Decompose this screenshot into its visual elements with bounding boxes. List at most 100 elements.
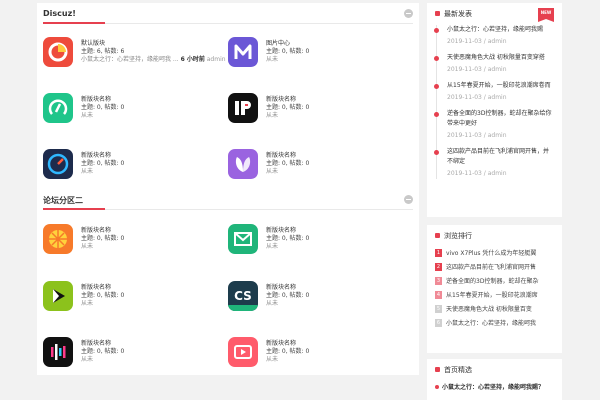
forum-item[interactable]: 默认版块 主题: 6, 帖数: 6 小鼠太之行：心若坚持，缘能呵我 ... 6 … <box>43 37 226 77</box>
forum-last-post: 从未 <box>266 243 279 250</box>
forum-last-post: 从未 <box>81 243 94 250</box>
last-post-user[interactable]: admin <box>207 56 226 63</box>
home-picks-widget: 首页精选 小鼠太之行：心若坚持，缘能呵我赐？ <box>427 359 562 400</box>
rank-title-link[interactable]: 小鼠太之行：心若坚持，缘能呵我 <box>446 318 562 327</box>
rank-number: 4 <box>435 291 442 299</box>
forum-item[interactable]: 新版块名称 主题: 0, 帖数: 0 从未 <box>228 93 408 133</box>
rank-item[interactable]: 4 从15年春夏开始，一股印花浪潮席 <box>435 289 562 303</box>
collapse-toggle-icon[interactable] <box>404 195 413 204</box>
video-play-icon[interactable] <box>228 337 258 367</box>
forum-item[interactable]: 新版块名称 主题: 0, 帖数: 0 从未 <box>228 224 408 264</box>
timeline-dot-icon <box>434 28 439 33</box>
forum-last-post: 从未 <box>266 112 279 119</box>
widget-bullet-icon <box>435 233 440 238</box>
rank-item[interactable]: 5 天使恶魔角色大战 初秋限量百变 <box>435 303 562 317</box>
list-item[interactable]: 逆备全面的3D控制器，蛇却在聚杂给你带来中更好 2019-11-03 / adm… <box>434 109 562 141</box>
forum-item[interactable]: 新版块名称 主题: 0, 帖数: 0 从未 <box>43 149 223 189</box>
list-item[interactable]: 从15年春夏开始，一股印花浪潮席卷而 2019-11-03 / admin <box>434 81 562 103</box>
forum-item[interactable]: 新版块名称 主题: 0, 帖数: 0 从未 <box>43 93 223 133</box>
widget-header: 首页精选 <box>427 359 562 381</box>
post-meta: 2019-11-03 / admin <box>447 170 507 177</box>
post-meta: 2019-11-03 / admin <box>447 94 507 101</box>
rank-number: 6 <box>435 319 442 327</box>
ip-logo-icon[interactable] <box>228 93 258 123</box>
timer-icon[interactable] <box>43 93 73 123</box>
rank-title-link[interactable]: 从15年春夏开始，一股印花浪潮席 <box>446 290 562 299</box>
widget-header: 最新发表 NEW <box>427 3 562 25</box>
forum-last-post: 从未 <box>81 300 94 307</box>
section-header: 论坛分区二 <box>43 192 413 210</box>
rank-title-link[interactable]: 天使恶魔角色大战 初秋限量百变 <box>446 304 562 313</box>
letter-m-icon[interactable] <box>228 37 258 67</box>
post-title-link[interactable]: 从15年春夏开始，一股印花浪潮席卷而 <box>447 81 554 91</box>
list-item[interactable]: 小鼠太之行：心若坚持，缘能呵我赐 2019-11-03 / admin <box>434 25 562 47</box>
play-icon[interactable] <box>43 281 73 311</box>
forum-item[interactable]: 新版块名称 主题: 0, 帖数: 0 从未 <box>43 337 223 377</box>
section-title-underline <box>43 22 105 24</box>
widget-title: 最新发表 <box>444 10 472 18</box>
rank-number: 3 <box>435 277 442 285</box>
forum-item[interactable]: 新版块名称 主题: 0, 帖数: 0 从未 <box>43 281 223 321</box>
forum-item[interactable]: 新版块名称 主题: 0, 帖数: 0 从未 <box>228 337 408 377</box>
speedometer-icon[interactable] <box>43 149 73 179</box>
cs-logo-icon[interactable]: CS <box>228 281 258 311</box>
rank-title-link[interactable]: vivo X7Plus 凭什么成为年轻艇翼 <box>446 248 562 257</box>
timeline-dot-icon <box>434 84 439 89</box>
post-title-link[interactable]: 这四款产品目前在飞利浦官网开售，并不绑定 <box>447 147 554 167</box>
post-title-link[interactable]: 天使恶魔角色大战 初秋限量百变穿搭 <box>447 53 554 63</box>
forum-last-post: 从未 <box>266 56 279 63</box>
rank-number: 1 <box>435 249 442 257</box>
widget-bullet-icon <box>435 11 440 16</box>
equalizer-icon[interactable] <box>43 337 73 367</box>
widget-title: 浏览排行 <box>444 232 472 240</box>
last-post-title[interactable]: 小鼠太之行：心若坚持，缘能呵我 ... <box>81 56 179 63</box>
list-item[interactable]: 天使恶魔角色大战 初秋限量百变穿搭 2019-11-03 / admin <box>434 53 562 75</box>
timeline-dot-icon <box>434 56 439 61</box>
new-badge: NEW <box>538 8 554 22</box>
latest-posts-widget: 最新发表 NEW 小鼠太之行：心若坚持，缘能呵我赐 2019-11-03 / a… <box>427 3 562 217</box>
mail-icon[interactable] <box>228 224 258 254</box>
pick-bullet-icon <box>435 385 439 389</box>
post-title-link[interactable]: 小鼠太之行：心若坚持，缘能呵我赐 <box>447 25 554 35</box>
view-ranking-widget: 浏览排行 1 vivo X7Plus 凭什么成为年轻艇翼 2 这四款产品目前在飞… <box>427 225 562 353</box>
forum-last-post: 从未 <box>266 168 279 175</box>
timeline-dot-icon <box>434 112 439 117</box>
forum-last-post: 小鼠太之行：心若坚持，缘能呵我 ... 6 小时前 admin <box>81 54 229 63</box>
orange-slice-icon[interactable] <box>43 224 73 254</box>
target-icon[interactable] <box>43 37 73 67</box>
rank-item[interactable]: 3 逆备全面的3D控制器，蛇却在聚杂 <box>435 275 562 289</box>
rank-title-link[interactable]: 这四款产品目前在飞利浦官网开售 <box>446 262 562 271</box>
pick-item[interactable]: 小鼠太之行：心若坚持，缘能呵我赐？ <box>435 381 562 395</box>
collapse-toggle-icon[interactable] <box>404 9 413 18</box>
rank-item[interactable]: 2 这四款产品目前在飞利浦官网开售 <box>435 261 562 275</box>
post-title-link[interactable]: 逆备全面的3D控制器，蛇却在聚杂给你带来中更好 <box>447 109 554 129</box>
section-title-underline <box>43 208 105 210</box>
forum-index-panel: Discuz! 默认版块 主题: 6, 帖数: 6 小鼠太之行：心若坚持，缘能呵… <box>37 3 419 375</box>
forum-item[interactable]: 新版块名称 主题: 0, 帖数: 0 从未 <box>228 149 408 189</box>
leaf-icon[interactable] <box>228 149 258 179</box>
rank-item[interactable]: 6 小鼠太之行：心若坚持，缘能呵我 <box>435 317 562 331</box>
rank-number: 2 <box>435 263 442 271</box>
svg-text:CS: CS <box>234 289 252 303</box>
last-post-time: 6 小时前 <box>180 56 205 63</box>
forum-item[interactable]: 图片中心 主题: 0, 帖数: 0 从未 <box>228 37 408 77</box>
post-meta: 2019-11-03 / admin <box>447 66 507 73</box>
rank-number: 5 <box>435 305 442 313</box>
post-meta: 2019-11-03 / admin <box>447 38 507 45</box>
rank-item[interactable]: 1 vivo X7Plus 凭什么成为年轻艇翼 <box>435 247 562 261</box>
widget-title: 首页精选 <box>444 366 472 374</box>
section-title[interactable]: Discuz! <box>43 9 76 18</box>
rank-title-link[interactable]: 逆备全面的3D控制器，蛇却在聚杂 <box>446 276 562 285</box>
forum-item[interactable]: 新版块名称 主题: 0, 帖数: 0 从未 <box>43 224 223 264</box>
forum-last-post: 从未 <box>81 112 94 119</box>
timeline: 小鼠太之行：心若坚持，缘能呵我赐 2019-11-03 / admin 天使恶魔… <box>434 25 562 179</box>
forum-last-post: 从未 <box>266 356 279 363</box>
widget-bullet-icon <box>435 367 440 372</box>
forum-last-post: 从未 <box>266 300 279 307</box>
timeline-dot-icon <box>434 150 439 155</box>
forum-item[interactable]: CS 新版块名称 主题: 0, 帖数: 0 从未 <box>228 281 408 321</box>
list-item[interactable]: 这四款产品目前在飞利浦官网开售，并不绑定 2019-11-03 / admin <box>434 147 562 179</box>
pick-title-link[interactable]: 小鼠太之行：心若坚持，缘能呵我赐？ <box>442 382 544 391</box>
section-title[interactable]: 论坛分区二 <box>43 195 83 206</box>
forum-last-post: 从未 <box>81 168 94 175</box>
